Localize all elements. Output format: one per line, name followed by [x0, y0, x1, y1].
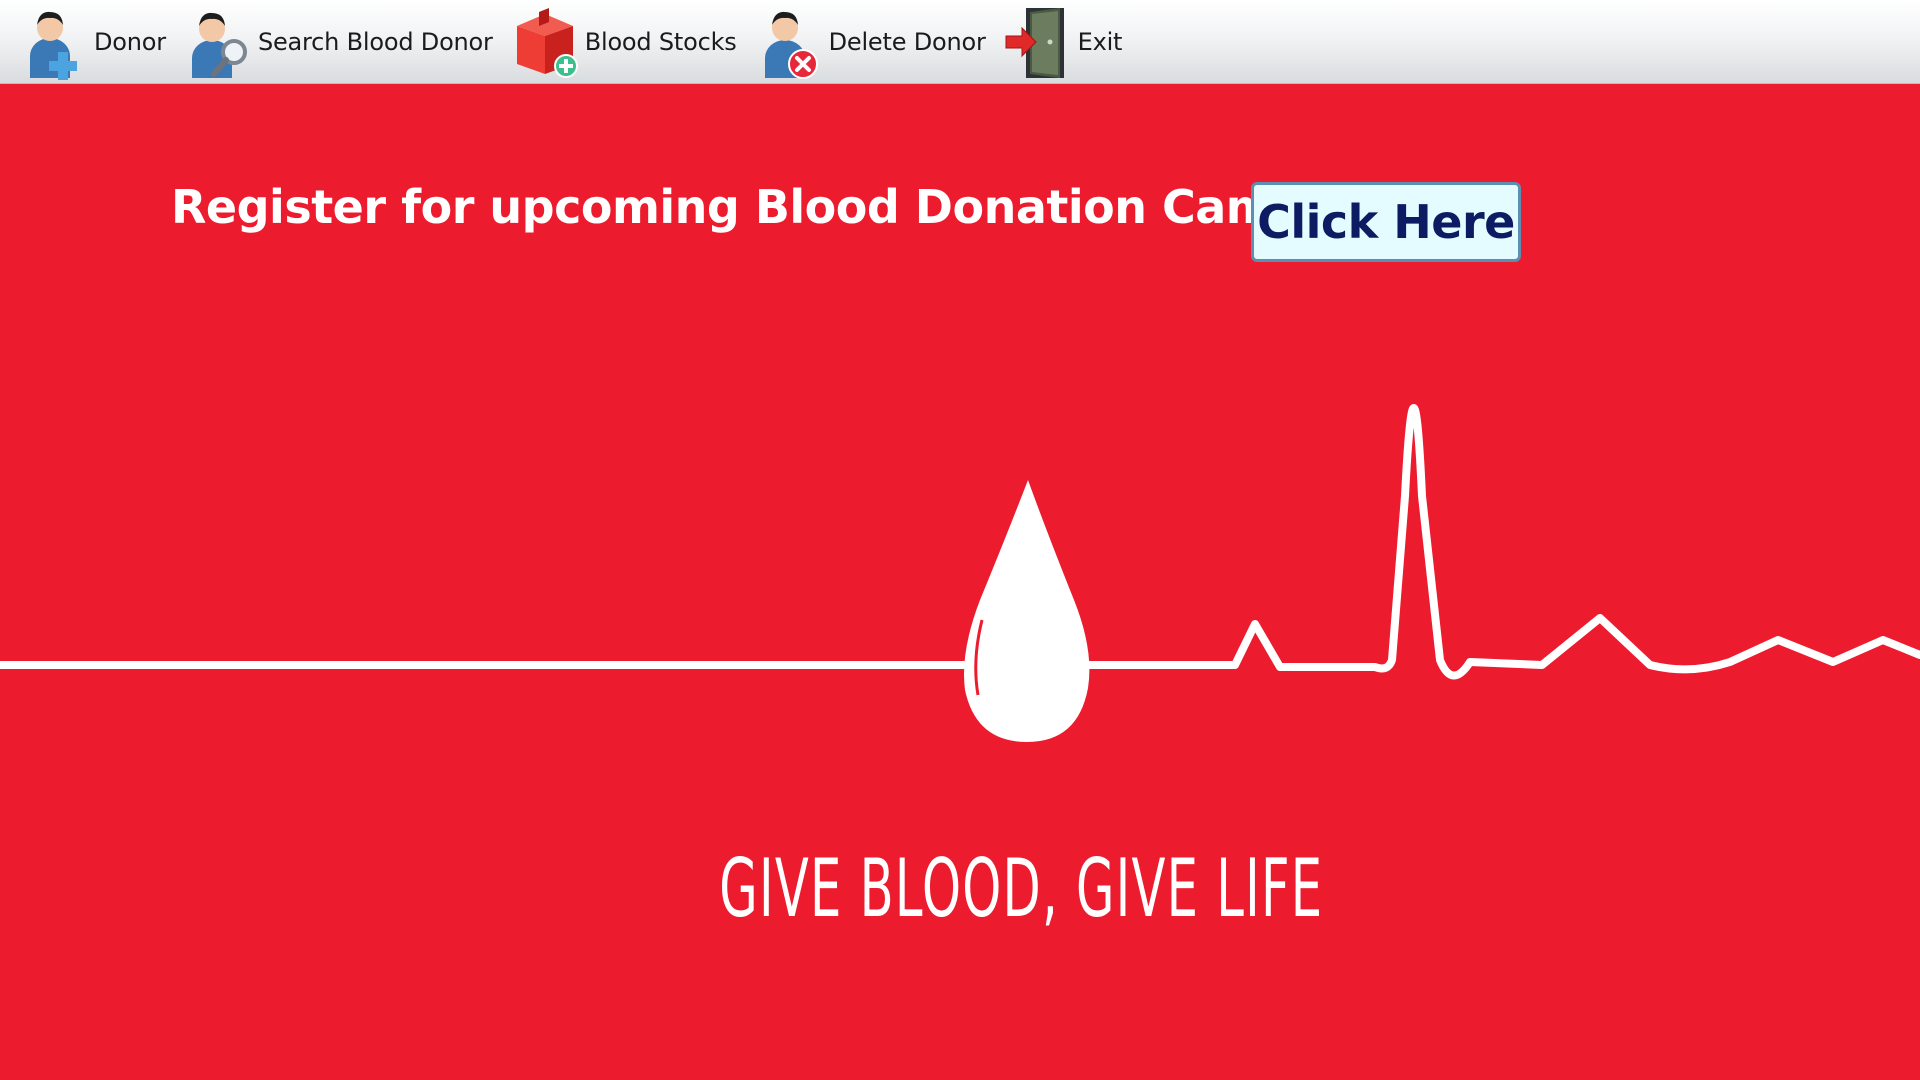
heartbeat-blood-drop-graphic — [0, 404, 1920, 742]
registration-headline: Register for upcoming Blood Donation Cam… — [171, 180, 1306, 234]
toolbar-blood-stocks-label: Blood Stocks — [584, 27, 737, 56]
search-user-icon — [191, 12, 247, 78]
delete-user-icon — [764, 11, 818, 79]
slogan-text: GIVE BLOOD, GIVE LIFE — [719, 842, 1324, 935]
add-stock-box-icon — [516, 7, 578, 78]
toolbar-delete-donor-button[interactable]: Delete Donor — [753, 0, 986, 84]
toolbar-exit-label: Exit — [1077, 27, 1123, 56]
toolbar-search-blood-donor-button[interactable]: Search Blood Donor — [182, 0, 493, 84]
toolbar-exit-button[interactable]: Exit — [1002, 0, 1123, 84]
click-here-button[interactable]: Click Here — [1251, 182, 1521, 262]
blood-drop-icon — [964, 480, 1090, 742]
app-window: Donor Search Blood Donor Blood Stocks De… — [0, 0, 1920, 1080]
toolbar-donor-label: Donor — [94, 27, 166, 56]
toolbar-search-blood-donor-label: Search Blood Donor — [257, 27, 493, 56]
add-user-icon — [30, 11, 77, 80]
toolbar-donor-button[interactable]: Donor — [18, 0, 166, 84]
exit-door-icon — [1005, 7, 1064, 78]
toolbar: Donor Search Blood Donor Blood Stocks De… — [0, 0, 1920, 84]
toolbar-delete-donor-label: Delete Donor — [828, 27, 986, 56]
toolbar-blood-stocks-button[interactable]: Blood Stocks — [509, 0, 737, 84]
heartbeat-line — [0, 404, 1920, 680]
